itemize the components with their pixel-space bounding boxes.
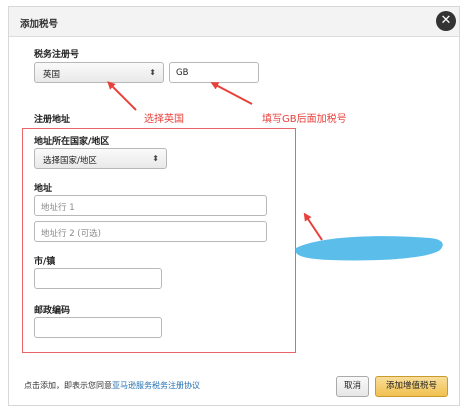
select-arrow-icon: ⬍ [152,154,159,163]
add-vat-number-button[interactable]: 添加增值税号 [375,376,448,397]
terms-agreement-link[interactable]: 亚马逊服务税务注册协议 [112,381,200,390]
country-region-select[interactable]: 选择国家/地区 ⬍ [34,148,167,169]
registered-address-heading: 注册地址 [34,115,71,125]
address-line1-placeholder: 地址行 1 [41,203,75,213]
country-region-value: 选择国家/地区 [43,156,97,166]
arrow-fill-gb [210,82,253,105]
annotation-select-uk: 选择英国 [144,114,184,125]
city-input[interactable] [34,268,162,289]
postal-code-label: 邮政编码 [34,306,71,316]
cancel-button[interactable]: 取消 [336,376,369,397]
annotation-fill-gb: 填写GB后面加税号 [262,114,347,125]
terms-notice: 点击添加，即表示您同意亚马逊服务税务注册协议 [24,380,200,391]
postal-code-input[interactable] [34,317,162,338]
redaction-mark [295,236,443,261]
arrow-select-uk [107,81,137,111]
country-region-label: 地址所在国家/地区 [34,137,110,147]
city-label: 市/镇 [34,257,56,267]
address-label: 地址 [34,184,53,194]
address-line2-placeholder: 地址行 2 (可选) [41,229,101,239]
address-line1-input[interactable]: 地址行 1 [34,195,267,216]
address-line2-input[interactable]: 地址行 2 (可选) [34,221,267,242]
terms-notice-prefix: 点击添加，即表示您同意 [24,381,112,390]
